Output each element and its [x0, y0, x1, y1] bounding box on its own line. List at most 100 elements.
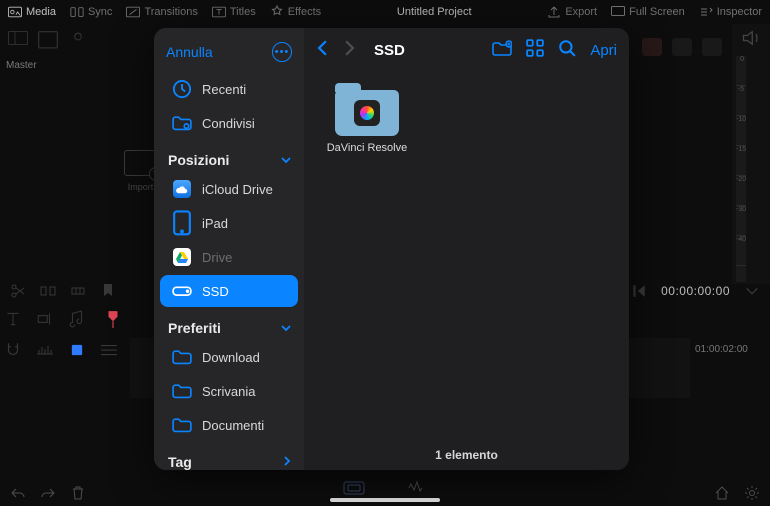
import-label: Import	[128, 182, 154, 192]
home-icon[interactable]	[714, 485, 730, 501]
magnet-icon[interactable]	[4, 341, 22, 359]
ripple-icon[interactable]	[70, 283, 86, 299]
cut-page-icon[interactable]	[343, 480, 365, 496]
open-button[interactable]: Apri	[590, 42, 617, 59]
sidebar-item-download[interactable]: Download	[160, 341, 298, 373]
sidebar-item-recent[interactable]: Recenti	[160, 73, 298, 105]
tab-titles[interactable]: Titles	[212, 5, 256, 19]
section-tags[interactable]: Tag	[154, 442, 304, 470]
folder-icon	[172, 381, 192, 401]
marker-icon[interactable]	[100, 283, 116, 299]
audio-scrub-icon[interactable]	[36, 341, 54, 359]
tab-titles-label: Titles	[230, 6, 256, 18]
sidebar-item-ssd[interactable]: SSD	[160, 275, 298, 307]
bin-view-icon[interactable]	[8, 31, 28, 47]
inspector-button[interactable]: Inspector	[699, 5, 762, 19]
chevron-right-icon	[282, 455, 292, 470]
folder-shared-icon	[172, 113, 192, 133]
folder-icon	[172, 347, 192, 367]
redo-icon[interactable]	[40, 485, 56, 501]
section-label: Tag	[168, 454, 192, 470]
edit-tools-row	[4, 306, 122, 332]
speaker-icon[interactable]	[741, 28, 761, 48]
jump-start-icon[interactable]	[631, 283, 647, 299]
folder-item-davinci[interactable]: DaVinci Resolve	[322, 90, 412, 154]
tab-sync[interactable]: Sync	[70, 5, 112, 19]
settings-gear-icon[interactable]	[744, 485, 760, 501]
ruler-tick: -30	[736, 206, 746, 236]
track-timecode: 01:00:02:00	[695, 344, 748, 355]
master-bin-label: Master	[6, 60, 37, 71]
export-button[interactable]: Export	[547, 5, 597, 19]
sync-icon	[70, 5, 84, 19]
search-button[interactable]	[558, 39, 576, 62]
link-icon[interactable]	[68, 31, 88, 47]
ipad-home-indicator[interactable]	[330, 498, 440, 502]
sidebar-label: SSD	[202, 284, 229, 299]
picker-sidebar: Annulla ••• Recenti Condivisi Posizioni …	[154, 28, 304, 470]
fullscreen-button[interactable]: Full Screen	[611, 5, 685, 19]
picker-toolbar: SSD Apri	[304, 28, 629, 72]
gdrive-icon	[172, 247, 192, 267]
sidebar-item-ipad[interactable]: iPad	[160, 207, 298, 239]
folder-label: DaVinci Resolve	[322, 142, 412, 154]
ruler-tick: -40	[736, 236, 746, 266]
sidebar-item-desktop[interactable]: Scrivania	[160, 375, 298, 407]
playhead-icon[interactable]	[104, 310, 122, 328]
folder-icon	[335, 90, 399, 136]
timecode-menu-icon[interactable]	[744, 283, 760, 299]
more-options-button[interactable]: •••	[272, 42, 292, 62]
tab-effects[interactable]: Effects	[270, 5, 321, 19]
tab-media[interactable]: Media	[8, 5, 56, 19]
timecode-display[interactable]: 00:00:00:00	[661, 284, 730, 298]
thumb-view-icon[interactable]	[38, 31, 58, 47]
ruler-tick: -15	[736, 146, 746, 176]
music-icon[interactable]	[68, 310, 86, 328]
scissors-icon[interactable]	[10, 283, 26, 299]
color-palette-tools	[642, 38, 722, 56]
sidebar-item-shared[interactable]: Condivisi	[160, 107, 298, 139]
tab-sync-label: Sync	[88, 6, 112, 18]
section-locations[interactable]: Posizioni	[154, 140, 304, 172]
split-icon[interactable]	[40, 283, 56, 299]
sidebar-label: Documenti	[202, 418, 264, 433]
ruler-tick: -20	[736, 176, 746, 206]
palette-orbit-icon[interactable]	[702, 38, 722, 56]
icloud-icon	[172, 179, 192, 199]
cancel-button[interactable]: Annulla	[166, 44, 213, 60]
grid-view-button[interactable]	[526, 39, 544, 62]
sidebar-item-icloud[interactable]: iCloud Drive	[160, 173, 298, 205]
picker-file-grid[interactable]: DaVinci Resolve	[304, 72, 629, 440]
snap-on-icon[interactable]	[68, 341, 86, 359]
trash-icon[interactable]	[70, 485, 86, 501]
sidebar-item-documents[interactable]: Documenti	[160, 409, 298, 441]
edit-page-icon[interactable]	[405, 480, 427, 496]
new-folder-button[interactable]	[492, 40, 512, 61]
current-location-label: SSD	[374, 42, 405, 59]
chevron-down-icon	[280, 321, 292, 336]
palette-camera-icon[interactable]	[642, 38, 662, 56]
palette-star-icon[interactable]	[672, 38, 692, 56]
import-image-icon	[124, 150, 158, 176]
ruler-tick: 0	[736, 56, 746, 86]
sidebar-item-drive[interactable]: Drive	[160, 241, 298, 273]
nav-forward-button[interactable]	[343, 39, 356, 62]
folder-icon	[172, 415, 192, 435]
audio-level-ruler: 0 -5 -10 -15 -20 -30 -40	[736, 56, 746, 282]
section-favorites[interactable]: Preferiti	[154, 308, 304, 340]
ruler-tick: -10	[736, 116, 746, 146]
sidebar-label: Scrivania	[202, 384, 255, 399]
nav-back-button[interactable]	[316, 39, 329, 62]
undo-icon[interactable]	[10, 485, 26, 501]
file-picker-modal: Annulla ••• Recenti Condivisi Posizioni …	[154, 28, 629, 470]
bottom-center-pages	[343, 480, 427, 496]
tab-effects-label: Effects	[288, 6, 321, 18]
text-tool-icon[interactable]	[4, 310, 22, 328]
picker-main: SSD Apri DaVinci Resolve 1 elemento	[304, 28, 629, 470]
trim-in-icon[interactable]	[36, 310, 54, 328]
picker-footer: 1 elemento	[304, 440, 629, 470]
tab-media-label: Media	[26, 6, 56, 18]
clock-icon	[172, 79, 192, 99]
tab-transitions[interactable]: Transitions	[126, 5, 197, 19]
list-view-icon[interactable]	[100, 341, 118, 359]
